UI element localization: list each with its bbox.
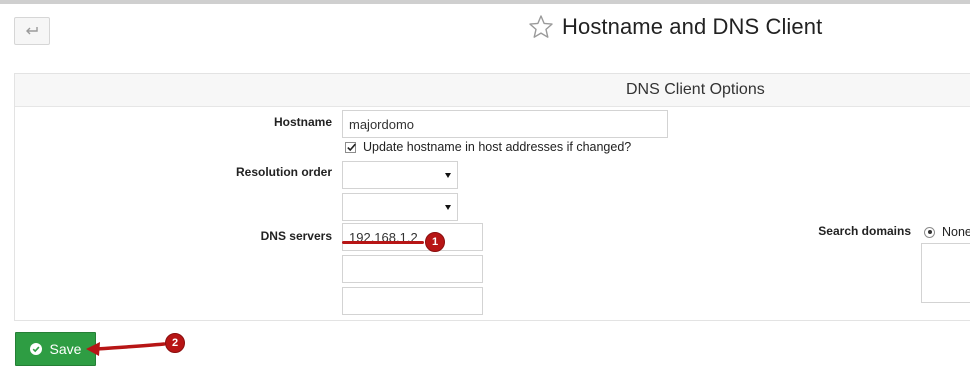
back-button[interactable] <box>14 17 50 45</box>
search-domains-none-row: None <box>924 225 970 239</box>
dns-server-input-3[interactable] <box>342 287 483 315</box>
annotation-badge-1: 1 <box>425 232 445 252</box>
dns-server-input-2[interactable] <box>342 255 483 283</box>
top-strip <box>0 0 970 4</box>
annotation-underline <box>342 241 424 244</box>
search-domains-none-label: None <box>942 225 970 239</box>
update-hostname-checkbox[interactable] <box>345 141 356 153</box>
hostname-label: Hostname <box>273 115 332 129</box>
annotation-arrow <box>86 342 166 356</box>
resolution-order-select-2[interactable] <box>342 193 458 221</box>
search-domains-none-radio[interactable] <box>924 226 935 238</box>
search-domains-textarea[interactable] <box>921 243 970 303</box>
search-domains-label: Search domains <box>818 224 911 238</box>
hostname-value: majordomo <box>349 116 415 132</box>
update-hostname-row: Update hostname in host addresses if cha… <box>345 140 631 154</box>
return-arrow-icon <box>26 27 38 35</box>
update-hostname-label: Update hostname in host addresses if cha… <box>363 140 632 154</box>
resolution-order-select-1[interactable] <box>342 161 458 189</box>
save-label: Save <box>49 341 82 357</box>
dns-server-input-1[interactable]: 192.168.1.2 <box>342 223 483 251</box>
hostname-input[interactable]: majordomo <box>342 110 668 138</box>
chevron-down-icon <box>445 173 451 178</box>
favorite-star-icon[interactable] <box>528 14 554 40</box>
check-circle-icon <box>29 343 42 355</box>
panel-header: DNS Client Options <box>15 74 970 107</box>
dns-servers-label: DNS servers <box>260 229 332 243</box>
chevron-down-icon <box>445 205 451 210</box>
page-title: Hostname and DNS Client <box>562 14 823 39</box>
panel-title: DNS Client Options <box>626 81 765 98</box>
resolution-order-label: Resolution order <box>235 165 332 179</box>
annotation-badge-2: 2 <box>165 333 185 353</box>
page-header: Hostname and DNS Client <box>528 14 822 40</box>
checkmark-icon <box>347 143 356 151</box>
